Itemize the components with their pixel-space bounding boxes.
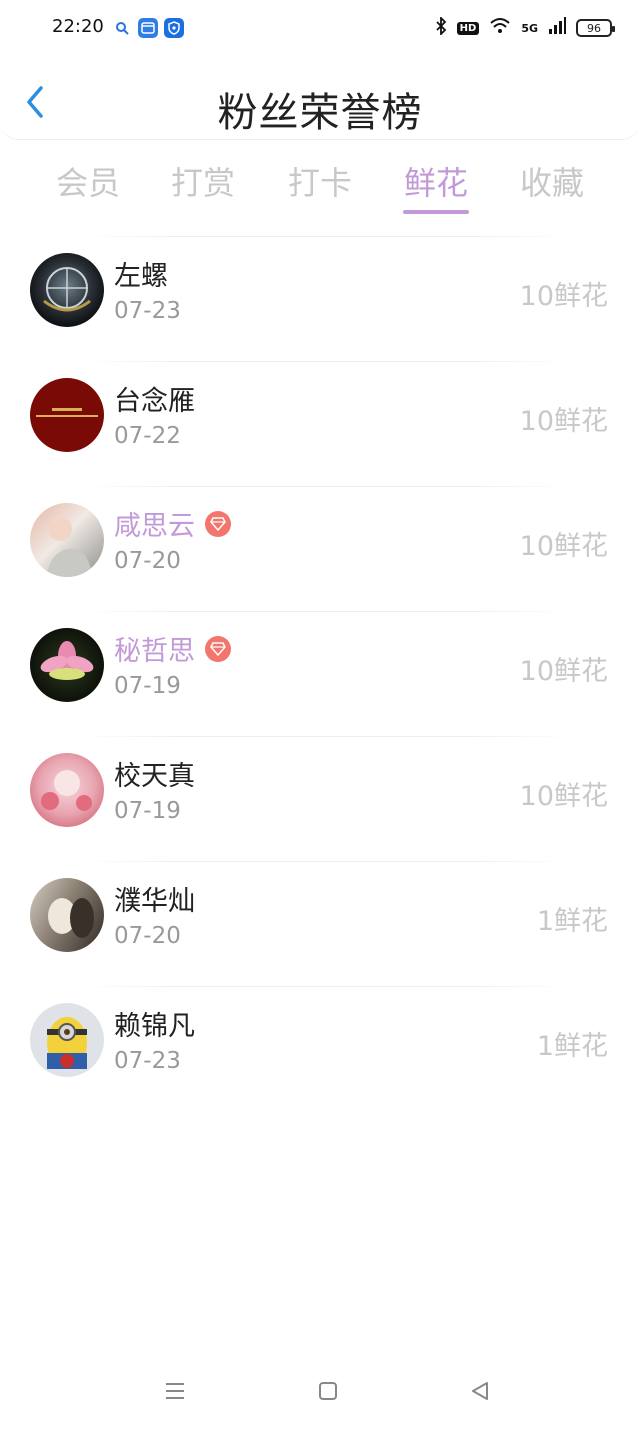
divider — [80, 611, 570, 612]
user-name: 台念雁 — [114, 386, 195, 417]
home-button[interactable] — [308, 1371, 348, 1411]
diamond-icon — [205, 635, 231, 662]
shield-notification-icon — [164, 18, 184, 38]
divider — [80, 986, 570, 987]
tab-members[interactable]: 会员 — [28, 158, 148, 204]
list-item[interactable]: 校天真 07-19 10鲜花 — [0, 736, 640, 861]
divider — [80, 361, 570, 362]
list-item[interactable]: 濮华灿 07-20 1鲜花 — [0, 861, 640, 986]
avatar — [30, 253, 104, 327]
active-tab-indicator — [403, 210, 469, 214]
avatar — [30, 753, 104, 827]
avatar — [30, 878, 104, 952]
signal-icon — [548, 17, 566, 39]
divider — [80, 236, 570, 237]
fan-list: 左螺 07-23 10鲜花 台念雁 07-22 10鲜花 咸思云 07-20 1… — [0, 236, 640, 1111]
flower-count: 10鲜花 — [519, 781, 608, 812]
user-name: 校天真 — [114, 761, 195, 792]
list-item[interactable]: 台念雁 07-22 10鲜花 — [0, 361, 640, 486]
avatar — [30, 1003, 104, 1077]
avatar — [30, 503, 104, 577]
avatar — [30, 378, 104, 452]
menu-button[interactable] — [155, 1371, 195, 1411]
user-name: 赖锦凡 — [114, 1011, 195, 1042]
user-name: 濮华灿 — [114, 886, 195, 917]
tab-favorites[interactable]: 收藏 — [492, 158, 612, 204]
square-icon — [319, 1382, 337, 1400]
tab-flowers[interactable]: 鲜花 — [376, 158, 496, 204]
system-nav-bar — [0, 1353, 640, 1433]
battery-indicator: 96 — [576, 19, 615, 37]
search-icon — [114, 18, 130, 38]
app-header: 粉丝荣誉榜 — [0, 56, 640, 140]
date: 07-23 — [114, 298, 181, 324]
avatar — [30, 628, 104, 702]
flower-count: 1鲜花 — [536, 906, 608, 937]
network-type: 5G — [521, 21, 538, 35]
status-icons: HD 5G 96 — [435, 15, 615, 40]
user-name: 左螺 — [114, 261, 168, 292]
divider — [80, 736, 570, 737]
user-name: 咸思云 — [114, 504, 231, 543]
list-item[interactable]: 咸思云 07-20 10鲜花 — [0, 486, 640, 611]
wifi-icon — [489, 17, 511, 39]
date: 07-23 — [114, 1048, 181, 1074]
back-nav-button[interactable] — [460, 1371, 500, 1411]
tab-checkin[interactable]: 打卡 — [260, 158, 380, 204]
date: 07-19 — [114, 798, 181, 824]
hd-badge: HD — [456, 21, 480, 35]
menu-icon — [166, 1383, 184, 1399]
list-item[interactable]: 左螺 07-23 10鲜花 — [0, 236, 640, 361]
date: 07-22 — [114, 423, 181, 449]
divider — [80, 861, 570, 862]
diamond-icon — [205, 510, 231, 537]
list-item[interactable]: 秘哲思 07-19 10鲜花 — [0, 611, 640, 736]
flower-count: 10鲜花 — [519, 281, 608, 312]
flower-count: 1鲜花 — [536, 1031, 608, 1062]
bluetooth-icon — [435, 15, 447, 39]
status-time: 22:20 — [52, 16, 104, 37]
triangle-back-icon — [472, 1382, 488, 1400]
flower-count: 10鲜花 — [519, 406, 608, 437]
page-title: 粉丝荣誉榜 — [217, 90, 423, 136]
status-bar: 22:20 HD 5G 96 — [0, 0, 640, 56]
date: 07-19 — [114, 673, 181, 699]
divider — [80, 486, 570, 487]
date: 07-20 — [114, 923, 181, 949]
app-notification-icon — [138, 18, 158, 38]
date: 07-20 — [114, 548, 181, 574]
user-name: 秘哲思 — [114, 629, 231, 668]
tab-rewards[interactable]: 打赏 — [143, 158, 263, 204]
flower-count: 10鲜花 — [519, 531, 608, 562]
tab-bar: 会员 打赏 打卡 鲜花 收藏 — [0, 150, 640, 220]
list-item[interactable]: 赖锦凡 07-23 1鲜花 — [0, 986, 640, 1111]
flower-count: 10鲜花 — [519, 656, 608, 687]
